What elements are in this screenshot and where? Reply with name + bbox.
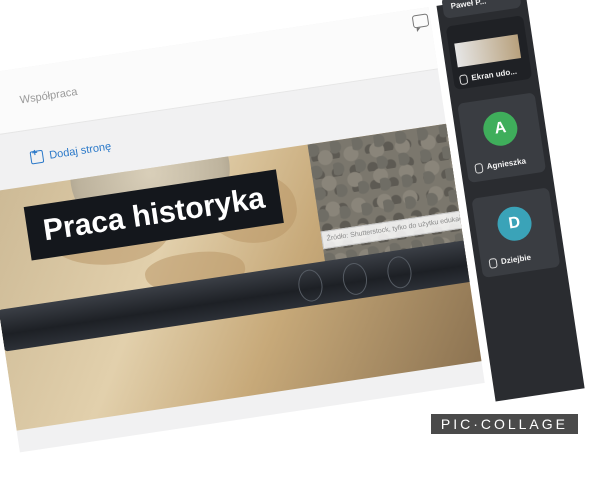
- avatar: A: [481, 109, 520, 149]
- add-page-label: Dodaj stronę: [48, 140, 112, 162]
- screen-share-tile[interactable]: Ekran udo...: [445, 15, 533, 91]
- add-page-button[interactable]: Dodaj stronę: [29, 140, 112, 165]
- participant-tile[interactable]: Paweł P...: [441, 0, 522, 19]
- screen-share-thumbnail: [454, 34, 522, 68]
- add-page-icon: [29, 149, 45, 165]
- screen-share-label: Ekran udo...: [470, 66, 518, 83]
- participant-tile[interactable]: D Dziejbie: [471, 187, 561, 278]
- pen-ring: [296, 267, 325, 304]
- mic-icon: [474, 162, 484, 174]
- avatar: D: [495, 204, 534, 244]
- participant-name: Agnieszka: [486, 156, 527, 172]
- main-panel: Współpraca Dodaj stronę Praca historyka …: [0, 7, 485, 453]
- top-bar: Współpraca: [0, 7, 438, 139]
- chat-bubble-icon[interactable]: [411, 13, 430, 29]
- breadcrumb[interactable]: Współpraca: [19, 86, 78, 106]
- pen-ring: [385, 254, 414, 290]
- participant-tile[interactable]: A Agnieszka: [457, 92, 547, 184]
- watermark: PIC·COLLAGE: [430, 414, 578, 434]
- participant-name: Dziejbie: [500, 252, 532, 267]
- participant-name: Paweł P...: [450, 0, 487, 11]
- banner-image: [0, 122, 485, 431]
- mic-icon: [488, 257, 498, 269]
- screen-share-icon: [458, 74, 469, 86]
- pen-ring: [340, 261, 370, 297]
